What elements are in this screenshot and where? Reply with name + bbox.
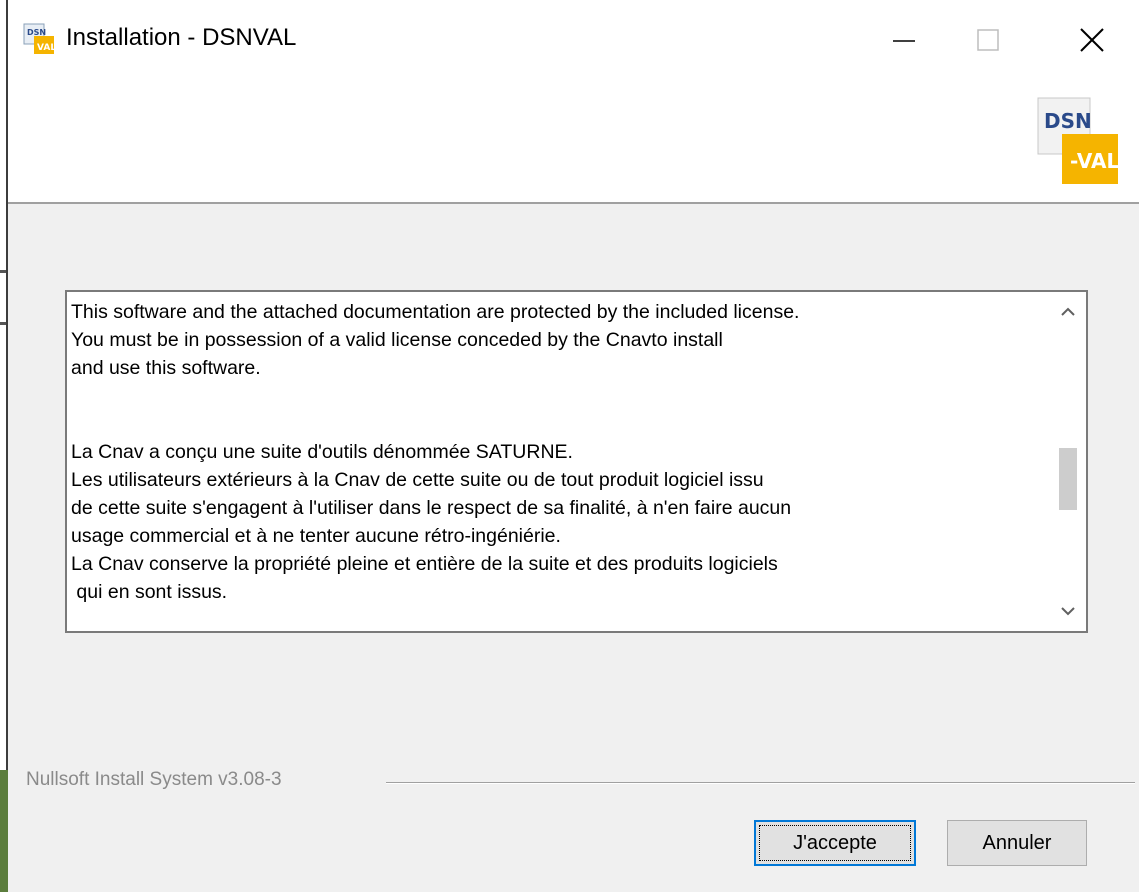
close-button[interactable]: [1061, 10, 1123, 70]
svg-text:DSN: DSN: [27, 28, 46, 37]
license-line: [71, 410, 1041, 438]
header-panel: DSN -VAL: [8, 80, 1139, 204]
scroll-down-button[interactable]: [1049, 591, 1086, 631]
chevron-down-icon: [1060, 607, 1075, 616]
desktop-background: [0, 770, 8, 892]
scroll-up-button[interactable]: [1049, 292, 1086, 332]
license-line: Les utilisateurs extérieurs à la Cnav de…: [71, 469, 764, 491]
dsnval-app-icon: DSN VAL: [23, 23, 54, 54]
installer-window: DSN VAL Installation - DSNVAL DSN -VAL T…: [8, 0, 1139, 892]
license-text: This software and the attached documenta…: [71, 298, 1041, 628]
svg-text:VAL: VAL: [37, 43, 54, 53]
close-icon: [1080, 28, 1104, 52]
license-line: and use this software.: [71, 357, 261, 379]
cancel-button[interactable]: Annuler: [947, 820, 1087, 866]
chevron-up-icon: [1060, 307, 1075, 316]
license-line: You must be in possession of a valid lic…: [71, 329, 723, 351]
cancel-button-label: Annuler: [982, 831, 1052, 854]
license-line: usage commercial et à ne tenter aucune r…: [71, 525, 561, 547]
license-line: de cette suite s'engagent à l'utiliser d…: [71, 497, 792, 519]
license-line: This software and the attached documenta…: [71, 301, 800, 323]
desktop-edge-tick: [0, 270, 6, 273]
branding-divider: [386, 782, 1135, 784]
license-line: [71, 382, 1041, 410]
focus-rectangle: [759, 825, 911, 861]
accept-button[interactable]: J'accepte: [754, 820, 916, 866]
license-line: La Cnav conserve la propriété pleine et …: [71, 553, 778, 575]
license-text-area[interactable]: This software and the attached documenta…: [65, 290, 1088, 633]
maximize-button[interactable]: [957, 10, 1019, 70]
minimize-icon: [893, 40, 915, 42]
svg-text:-VAL: -VAL: [1070, 149, 1118, 173]
title-bar[interactable]: DSN VAL Installation - DSNVAL: [8, 0, 1139, 80]
minimize-button[interactable]: [873, 10, 935, 70]
scroll-thumb[interactable]: [1059, 448, 1077, 510]
dsnval-logo: DSN -VAL: [1037, 97, 1118, 184]
license-line: qui en sont issus.: [71, 581, 228, 603]
license-line: La Cnav a conçu une suite d'outils dénom…: [71, 441, 573, 463]
svg-text:DSN: DSN: [1044, 109, 1092, 133]
branding-text: Nullsoft Install System v3.08-3: [26, 769, 282, 790]
window-title: Installation - DSNVAL: [66, 24, 297, 51]
maximize-icon: [977, 29, 999, 51]
desktop-edge-tick: [0, 322, 6, 325]
vertical-scrollbar[interactable]: [1049, 292, 1086, 631]
